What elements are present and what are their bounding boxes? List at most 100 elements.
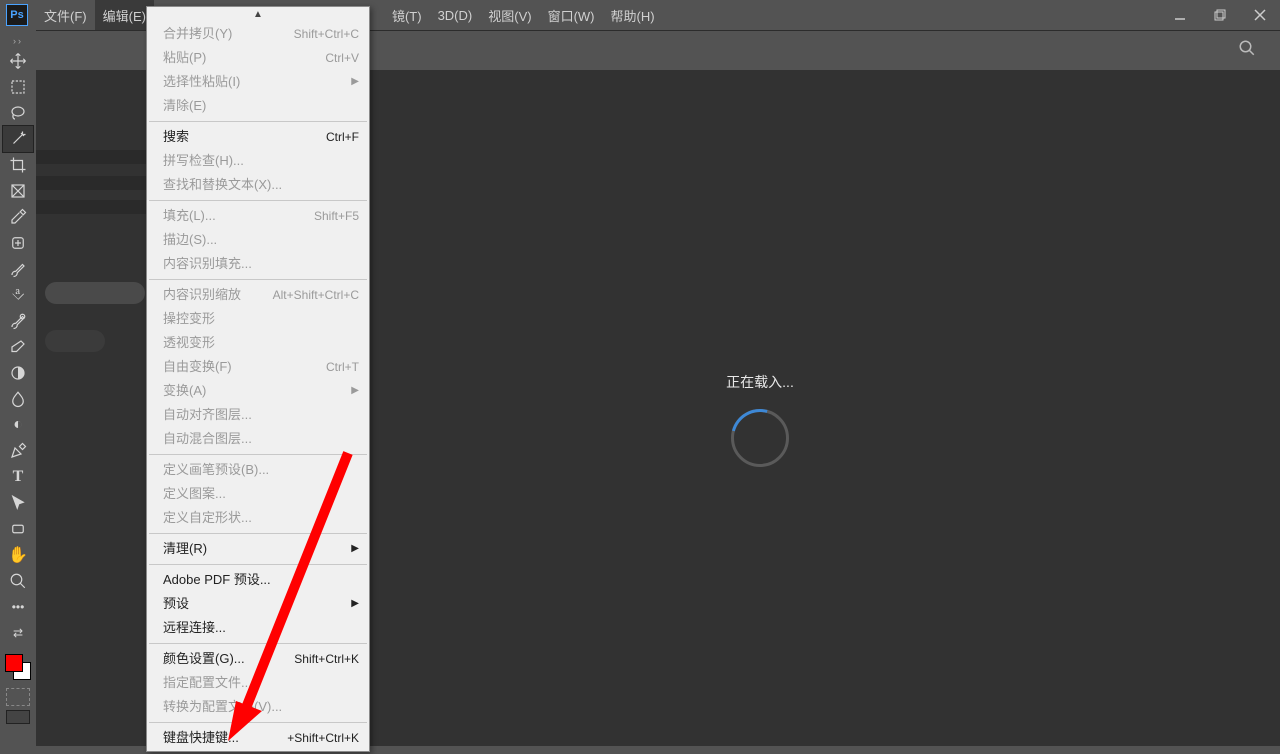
crop-tool[interactable] (3, 152, 33, 178)
quick-mask[interactable] (6, 688, 30, 706)
foreground-color[interactable] (5, 654, 23, 672)
menu-item-label: 颜色设置(G)... (163, 649, 294, 669)
menu-3d[interactable]: 3D(D) (430, 0, 481, 30)
eraser-tool[interactable] (3, 334, 33, 360)
move-tool[interactable] (3, 48, 33, 74)
menu-item-shortcut: Ctrl+F (326, 127, 359, 147)
menu-item: 指定配置文件... (147, 671, 369, 695)
menu-scroll-up[interactable]: ▲ (147, 7, 369, 22)
window-close[interactable] (1240, 0, 1280, 30)
menu-item[interactable]: Adobe PDF 预设... (147, 568, 369, 592)
menu-item: 自由变换(F)Ctrl+T (147, 355, 369, 379)
menu-item: 转换为配置文件(V)... (147, 695, 369, 719)
search-icon[interactable] (1238, 39, 1256, 62)
panel-tab-pill[interactable] (45, 282, 145, 304)
menu-item: 清除(E) (147, 94, 369, 118)
menu-item-shortcut: Alt+Shift+Ctrl+C (273, 285, 359, 305)
menu-item-label: 远程连接... (163, 618, 359, 638)
dodge-tool[interactable]: ◐ (3, 412, 33, 438)
gradient-tool[interactable] (3, 360, 33, 386)
menu-file[interactable]: 文件(F) (36, 0, 95, 30)
menu-item-shortcut: Shift+F5 (314, 206, 359, 226)
menu-separator (149, 643, 367, 644)
menu-item-label: 转换为配置文件(V)... (163, 697, 359, 717)
menu-item-label: 自动混合图层... (163, 429, 359, 449)
menu-item[interactable]: 预设▶ (147, 592, 369, 616)
menu-item: 合并拷贝(Y)Shift+Ctrl+C (147, 22, 369, 46)
tool-strip: ›› ⎀ ◐ T ✋ ••• ⇄ (0, 30, 36, 754)
zoom-tool[interactable] (3, 568, 33, 594)
menu-separator (149, 279, 367, 280)
menu-help[interactable]: 帮助(H) (603, 0, 663, 30)
menu-item-label: 指定配置文件... (163, 673, 359, 693)
menu-item-label: 拼写检查(H)... (163, 151, 359, 171)
loading-label: 正在载入... (726, 372, 794, 392)
menu-separator (149, 722, 367, 723)
menu-item-label: 预设 (163, 594, 347, 614)
menu-filter-partial[interactable]: 镜(T) (384, 0, 430, 30)
edit-toolbar[interactable]: ⇄ (3, 620, 33, 646)
menu-item: 内容识别缩放Alt+Shift+Ctrl+C (147, 283, 369, 307)
menu-item-shortcut: +Shift+Ctrl+K (287, 728, 359, 748)
magic-wand-tool[interactable] (3, 126, 33, 152)
panel-stripe (36, 176, 146, 190)
window-restore[interactable] (1200, 0, 1240, 30)
more-tools[interactable]: ••• (3, 594, 33, 620)
menu-item-shortcut: Ctrl+T (326, 357, 359, 377)
menu-item: 自动对齐图层... (147, 403, 369, 427)
spot-heal-tool[interactable] (3, 230, 33, 256)
menu-item: 选择性粘贴(I)▶ (147, 70, 369, 94)
menu-separator (149, 564, 367, 565)
menu-item[interactable]: 远程连接... (147, 616, 369, 640)
menu-item[interactable]: 清理(R)▶ (147, 537, 369, 561)
menu-item: 自动混合图层... (147, 427, 369, 451)
panel-tab-pill[interactable] (45, 330, 105, 352)
menu-item-label: 定义图案... (163, 484, 359, 504)
menu-separator (149, 533, 367, 534)
screen-mode[interactable] (6, 710, 30, 724)
menu-item: 内容识别填充... (147, 252, 369, 276)
panel-stripe (36, 200, 146, 214)
menu-item-label: 搜索 (163, 127, 326, 147)
menu-item: 操控变形 (147, 307, 369, 331)
lasso-tool[interactable] (3, 100, 33, 126)
submenu-arrow-icon: ▶ (351, 381, 359, 401)
menu-item[interactable]: 菜单(U)...Alt+Shift+Ctrl+M (147, 750, 369, 752)
menu-item[interactable]: 颜色设置(G)...Shift+Ctrl+K (147, 647, 369, 671)
brush-tool[interactable] (3, 256, 33, 282)
edit-menu-dropdown: ▲合并拷贝(Y)Shift+Ctrl+C粘贴(P)Ctrl+V选择性粘贴(I)▶… (146, 6, 370, 752)
submenu-arrow-icon: ▶ (351, 72, 359, 92)
blur-tool[interactable] (3, 386, 33, 412)
hand-tool[interactable]: ✋ (3, 542, 33, 568)
menu-item: 查找和替换文本(X)... (147, 173, 369, 197)
rectangle-tool[interactable] (3, 516, 33, 542)
menu-item-label: 定义画笔预设(B)... (163, 460, 359, 480)
menu-item-label: 键盘快捷键... (163, 728, 287, 748)
window-minimize[interactable] (1160, 0, 1200, 30)
path-select-tool[interactable] (3, 490, 33, 516)
menu-item-label: 内容识别填充... (163, 254, 359, 274)
menu-separator (149, 200, 367, 201)
menu-window[interactable]: 窗口(W) (540, 0, 603, 30)
menu-item-label: Adobe PDF 预设... (163, 570, 359, 590)
type-tool[interactable]: T (3, 464, 33, 490)
app-logo: Ps (6, 4, 28, 26)
menu-item-label: 变换(A) (163, 381, 347, 401)
menu-item[interactable]: 搜索Ctrl+F (147, 125, 369, 149)
color-swatch[interactable] (3, 652, 33, 682)
marquee-tool[interactable] (3, 74, 33, 100)
menu-item: 定义图案... (147, 482, 369, 506)
pen-tool[interactable] (3, 438, 33, 464)
frame-tool[interactable] (3, 178, 33, 204)
menu-item: 定义自定形状... (147, 506, 369, 530)
menu-item[interactable]: 键盘快捷键... +Shift+Ctrl+K (147, 726, 369, 750)
menu-item-label: 自由变换(F) (163, 357, 326, 377)
clone-stamp-tool[interactable]: ⎀ (3, 282, 33, 308)
menu-view[interactable]: 视图(V) (480, 0, 539, 30)
eyedropper-tool[interactable] (3, 204, 33, 230)
menu-item-label: 查找和替换文本(X)... (163, 175, 359, 195)
history-brush-tool[interactable] (3, 308, 33, 334)
menu-item-shortcut: Ctrl+V (325, 48, 359, 68)
menu-separator (149, 121, 367, 122)
tool-grip[interactable]: ›› (13, 36, 23, 46)
